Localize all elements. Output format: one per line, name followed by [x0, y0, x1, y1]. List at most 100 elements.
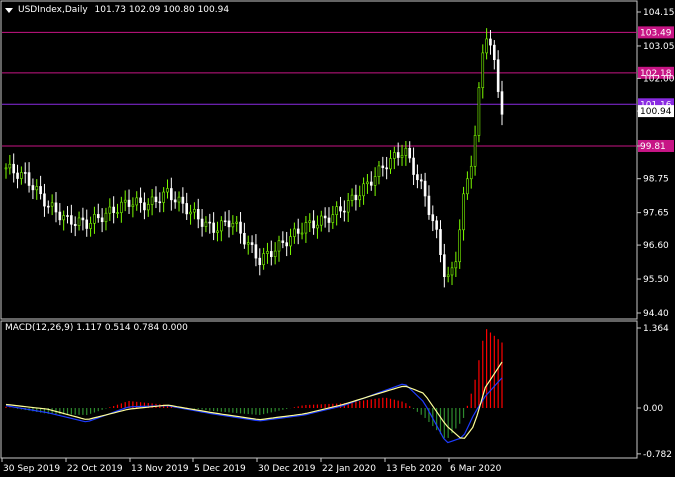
candle — [70, 204, 73, 233]
candle — [293, 222, 296, 244]
candle — [469, 155, 473, 189]
candle — [104, 207, 108, 231]
time-tick-label: 22 Jan 2020 — [322, 464, 376, 474]
candle — [393, 146, 396, 170]
candle — [443, 243, 446, 288]
candle — [235, 216, 238, 232]
candle — [166, 179, 169, 199]
candle — [200, 209, 204, 237]
candle — [123, 190, 127, 212]
candle — [354, 184, 358, 211]
main-header: USDIndex,Daily 101.73 102.09 100.80 100.… — [18, 5, 229, 15]
candle — [81, 207, 85, 231]
candle — [500, 80, 504, 126]
candle — [23, 162, 27, 184]
candle — [54, 192, 58, 223]
candle — [31, 178, 35, 200]
candle — [466, 171, 469, 200]
time-tick-label: 30 Dec 2019 — [258, 464, 316, 474]
price-tick-label: 102.00 — [643, 74, 675, 84]
candle — [435, 216, 438, 239]
time-tick-label: 13 Nov 2019 — [131, 464, 189, 474]
candle — [43, 183, 46, 217]
current-price-label: 100.94 — [640, 107, 672, 117]
candle — [135, 191, 139, 211]
candle — [366, 174, 369, 194]
candle — [93, 206, 96, 234]
candle — [446, 266, 450, 283]
candle — [216, 221, 219, 242]
candle — [377, 160, 381, 185]
candle — [223, 211, 227, 227]
candle — [431, 205, 435, 232]
candle — [362, 177, 365, 205]
candle — [50, 194, 54, 216]
time-tick-label: 6 Mar 2020 — [450, 464, 502, 474]
chart-window[interactable]: 103.49102.18101.1699.81 104.15103.05102.… — [0, 0, 675, 477]
candle — [46, 200, 50, 214]
candle — [143, 192, 146, 220]
candle — [481, 44, 485, 99]
candle — [39, 175, 42, 200]
candle — [243, 222, 246, 249]
candle — [173, 191, 177, 209]
candle — [116, 203, 119, 219]
dropdown-arrow-icon[interactable] — [5, 8, 13, 13]
candle — [139, 187, 142, 213]
candle — [85, 209, 89, 237]
candle — [120, 196, 123, 223]
candle — [335, 201, 338, 226]
candle — [312, 210, 315, 235]
candle — [204, 216, 208, 233]
candle — [27, 162, 31, 193]
time-tick-label: 30 Sep 2019 — [3, 464, 60, 474]
candle — [246, 235, 250, 255]
candle — [373, 167, 377, 197]
candle — [327, 207, 331, 233]
macd-tick-label: 1.364 — [643, 324, 669, 334]
price-tick-label: 94.40 — [643, 309, 669, 319]
candle — [346, 193, 350, 222]
candle — [12, 153, 15, 183]
time-axis: 30 Sep 2019 22 Oct 2019 13 Nov 2019 5 Dec 2… — [1, 458, 502, 474]
candle — [473, 125, 477, 176]
candle — [73, 216, 77, 237]
candle — [369, 171, 373, 191]
signal-line — [5, 361, 503, 439]
price-tick-label: 97.65 — [643, 209, 669, 219]
candle — [127, 189, 131, 214]
candle — [58, 203, 62, 226]
candle — [89, 216, 92, 237]
candle — [196, 198, 200, 229]
candle — [262, 247, 265, 270]
candle — [412, 147, 415, 186]
main-price-pane[interactable]: 103.49102.18101.1699.81 104.15103.05102.… — [0, 0, 675, 320]
macd-pane[interactable]: 1.364 0.00 -0.782 — [0, 320, 672, 460]
macd-tick-label: 0.00 — [643, 404, 663, 414]
candle — [304, 216, 308, 243]
candle — [316, 215, 319, 239]
candle — [4, 163, 8, 179]
candle — [100, 208, 104, 233]
candle — [154, 186, 158, 209]
candle — [162, 187, 165, 213]
candle — [300, 222, 304, 240]
price-tick-label: 98.75 — [643, 175, 669, 185]
candle — [389, 150, 392, 174]
candle — [150, 189, 154, 216]
candle — [231, 215, 235, 235]
candle — [358, 185, 362, 208]
level-tag-label: 99.81 — [640, 142, 666, 152]
candle — [62, 210, 65, 231]
candle — [212, 212, 215, 241]
level-tag-label: 103.49 — [640, 28, 672, 38]
candle — [450, 261, 454, 286]
candle — [477, 82, 481, 143]
candle — [35, 179, 39, 200]
candle — [439, 220, 442, 263]
macd-line — [5, 377, 503, 444]
candle — [8, 154, 12, 175]
candle — [250, 235, 254, 253]
candle — [489, 30, 492, 55]
candle — [220, 216, 223, 242]
